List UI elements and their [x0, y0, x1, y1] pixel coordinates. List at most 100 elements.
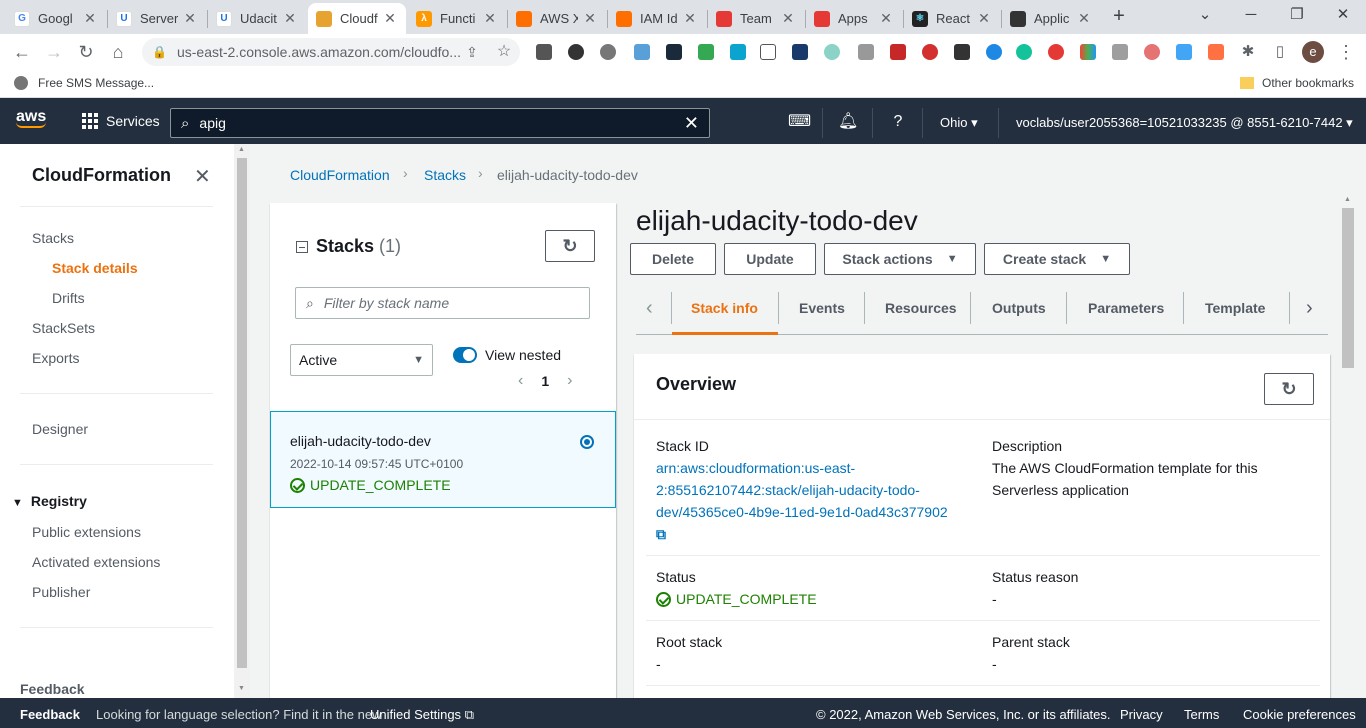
- aws-logo[interactable]: aws: [16, 108, 46, 128]
- sidebar-item-stack-details[interactable]: Stack details: [52, 260, 138, 276]
- close-tab-icon[interactable]: ✕: [282, 10, 298, 27]
- search-input[interactable]: [199, 115, 684, 131]
- extension-icon[interactable]: [1112, 44, 1128, 60]
- extension-icon[interactable]: [1176, 44, 1192, 60]
- extension-icon[interactable]: [536, 44, 552, 60]
- close-tab-icon[interactable]: ✕: [976, 10, 992, 27]
- tabs-scroll-left-icon[interactable]: ‹: [646, 297, 653, 320]
- refresh-overview-button[interactable]: ↻: [1264, 373, 1314, 405]
- sidebar-item-stacks[interactable]: Stacks: [32, 230, 74, 246]
- terms-link[interactable]: Terms: [1184, 707, 1219, 722]
- filter-stack-input[interactable]: [323, 295, 564, 311]
- close-sidebar-icon[interactable]: ✕: [194, 164, 211, 189]
- bookmark-item[interactable]: Free SMS Message...: [14, 76, 154, 90]
- scroll-up-icon[interactable]: ▲: [238, 146, 245, 153]
- close-tab-icon[interactable]: ✕: [582, 10, 598, 27]
- help-icon[interactable]: ?: [888, 112, 908, 132]
- sidebar-item-exports[interactable]: Exports: [32, 350, 79, 366]
- extension-icon[interactable]: [730, 44, 746, 60]
- extension-icon[interactable]: [922, 44, 938, 60]
- status-filter-select[interactable]: Active ▼: [290, 344, 433, 376]
- aws-search-box[interactable]: ⌕ ✕: [170, 108, 710, 138]
- browser-tab[interactable]: AWS X ✕: [508, 3, 606, 34]
- stack-select-radio[interactable]: [580, 435, 594, 449]
- reload-icon[interactable]: ↻: [74, 41, 98, 63]
- profile-avatar[interactable]: e: [1302, 41, 1324, 63]
- notifications-bell-icon[interactable]: 🔔︎: [838, 112, 858, 132]
- sidebar-feedback-link[interactable]: Feedback: [20, 681, 85, 697]
- extension-icon[interactable]: [1144, 44, 1160, 60]
- stack-actions-button[interactable]: Stack actions ▼: [824, 243, 976, 275]
- account-menu[interactable]: voclabs/user2055368=10521033235 @ 8551-6…: [1016, 115, 1353, 131]
- tab-template[interactable]: Template: [1205, 300, 1265, 316]
- stack-id-link[interactable]: arn:aws:cloudformation:us-east- 2:855162…: [656, 457, 948, 545]
- extension-icon[interactable]: [1080, 44, 1096, 60]
- sidebar-item-activated-extensions[interactable]: Activated extensions: [32, 554, 160, 570]
- close-window-button[interactable]: ✕: [1320, 0, 1366, 30]
- update-button[interactable]: Update: [724, 243, 816, 275]
- external-link-icon[interactable]: ⧉: [656, 523, 948, 545]
- extension-icon[interactable]: [600, 44, 616, 60]
- privacy-link[interactable]: Privacy: [1120, 707, 1163, 722]
- sidebar-scrollbar[interactable]: ▲ ▼: [234, 144, 250, 698]
- scrollbar-thumb[interactable]: [1342, 208, 1354, 368]
- extension-icon[interactable]: [858, 44, 874, 60]
- close-tab-icon[interactable]: ✕: [182, 10, 198, 27]
- extensions-puzzle-icon[interactable]: ✱: [1236, 41, 1260, 63]
- collapse-icon[interactable]: [296, 240, 308, 253]
- extension-icon[interactable]: [954, 44, 970, 60]
- browser-tab[interactable]: IAM Id ✕: [608, 3, 706, 34]
- extension-icon[interactable]: [568, 44, 584, 60]
- delete-button[interactable]: Delete: [630, 243, 716, 275]
- browser-tab[interactable]: λ Functi ✕: [408, 3, 506, 34]
- close-tab-icon[interactable]: ✕: [382, 10, 398, 27]
- cookie-preferences-link[interactable]: Cookie preferences: [1243, 707, 1356, 722]
- tab-search-icon[interactable]: ⌄: [1182, 0, 1228, 30]
- extension-icon[interactable]: [1048, 44, 1064, 60]
- bookmark-star-icon[interactable]: ☆: [492, 41, 516, 63]
- close-tab-icon[interactable]: ✕: [682, 10, 698, 27]
- prev-page-icon[interactable]: ‹: [518, 372, 523, 390]
- close-tab-icon[interactable]: ✕: [482, 10, 498, 27]
- sidebar-item-designer[interactable]: Designer: [32, 421, 88, 437]
- tab-stack-info[interactable]: Stack info: [691, 300, 758, 316]
- extension-icon[interactable]: [890, 44, 906, 60]
- browser-tab[interactable]: Apps ✕: [806, 3, 902, 34]
- region-selector[interactable]: Ohio ▾: [940, 115, 978, 131]
- close-tab-icon[interactable]: ✕: [1076, 10, 1092, 27]
- close-tab-icon[interactable]: ✕: [82, 10, 98, 27]
- new-tab-button[interactable]: +: [1106, 5, 1132, 29]
- browser-tab[interactable]: Applic ✕: [1002, 3, 1100, 34]
- extension-icon[interactable]: [1208, 44, 1224, 60]
- filter-field[interactable]: ⌕: [295, 287, 590, 319]
- next-page-icon[interactable]: ›: [567, 372, 572, 390]
- scroll-up-icon[interactable]: ▲: [1344, 196, 1351, 203]
- footer-feedback-link[interactable]: Feedback: [20, 707, 80, 722]
- menu-kebab-icon[interactable]: ⋮: [1334, 41, 1358, 63]
- tabs-scroll-right-icon[interactable]: ›: [1306, 297, 1313, 320]
- browser-tab[interactable]: G Googl ✕: [6, 3, 106, 34]
- browser-tab[interactable]: U Udacit ✕: [208, 3, 306, 34]
- browser-tab[interactable]: U Server ✕: [108, 3, 206, 34]
- browser-tab[interactable]: ⚛ React a ✕: [904, 3, 1000, 34]
- scrollbar-thumb[interactable]: [237, 158, 247, 668]
- forward-icon[interactable]: →: [42, 41, 66, 63]
- extension-icon[interactable]: [986, 44, 1002, 60]
- grammarly-icon[interactable]: [1016, 44, 1032, 60]
- home-icon[interactable]: ⌂: [106, 41, 130, 63]
- tab-outputs[interactable]: Outputs: [992, 300, 1046, 316]
- close-tab-icon[interactable]: ✕: [878, 10, 894, 27]
- tab-resources[interactable]: Resources: [885, 300, 957, 316]
- sidebar-section-registry[interactable]: ▼ Registry: [12, 493, 87, 509]
- minimize-button[interactable]: ─: [1228, 0, 1274, 30]
- browser-tab-active[interactable]: Cloudf ✕: [308, 3, 406, 34]
- share-icon[interactable]: ⇪: [460, 41, 484, 63]
- main-scrollbar[interactable]: ▲: [1340, 194, 1356, 698]
- create-stack-button[interactable]: Create stack ▼: [984, 243, 1130, 275]
- back-icon[interactable]: ←: [10, 41, 34, 63]
- json-icon[interactable]: [760, 44, 776, 60]
- sidebar-item-drifts[interactable]: Drifts: [52, 290, 85, 306]
- drive-icon[interactable]: [698, 44, 714, 60]
- view-nested-toggle[interactable]: [453, 347, 477, 363]
- extension-icon[interactable]: [666, 44, 682, 60]
